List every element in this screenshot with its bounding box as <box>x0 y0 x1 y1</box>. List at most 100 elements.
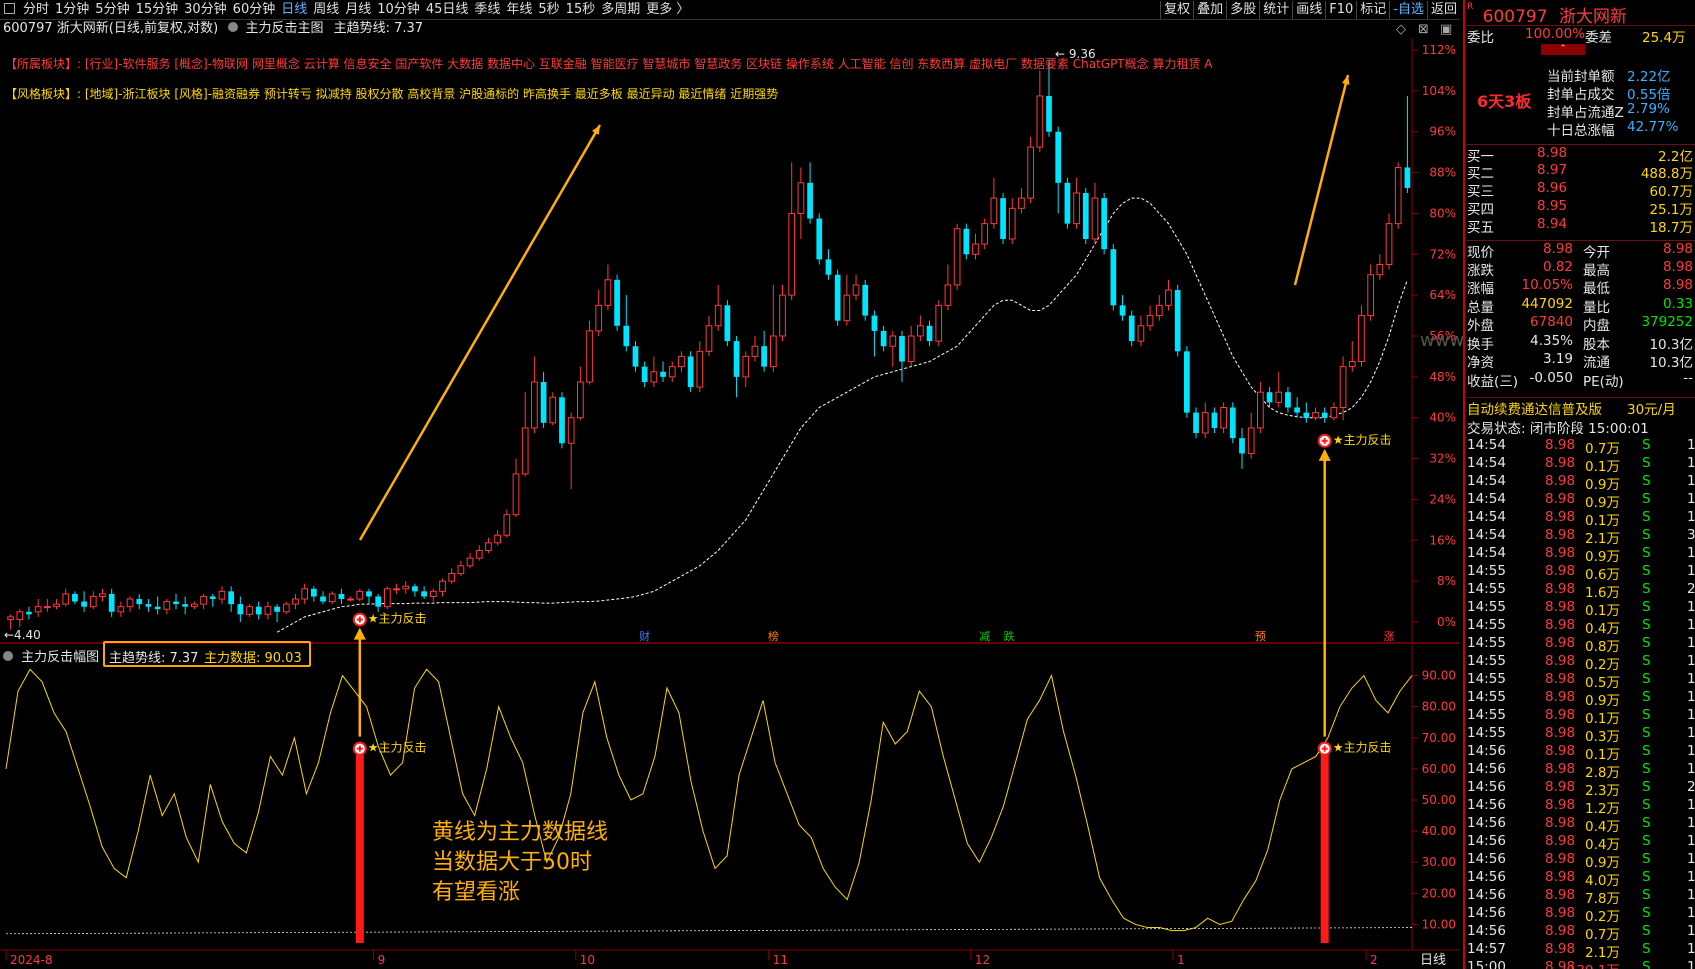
kline-chart[interactable]: 112%104%96%88%80%72%64%56%48%40%32%24%16… <box>0 0 1460 969</box>
candle <box>366 588 372 605</box>
tick-side: S <box>1642 797 1651 813</box>
tick-price: 8.98 <box>1545 473 1576 489</box>
candle <box>1266 387 1273 408</box>
candle <box>1312 407 1319 421</box>
price-tick-label: 48% <box>1429 370 1456 384</box>
candle <box>44 599 51 612</box>
candle-body <box>935 304 943 342</box>
bid-row: 买三 8.96 60.7万 <box>1467 180 1695 200</box>
sub-indicator-name[interactable]: 主力反击幅图 <box>21 650 99 665</box>
price-tick-label: 64% <box>1429 288 1456 302</box>
window-close-icon[interactable]: ⊠ <box>1418 21 1429 38</box>
quote-value: 10.3亿 <box>1649 355 1693 371</box>
seal-label: 十日总涨幅 <box>1547 123 1615 139</box>
tick-price: 8.98 <box>1545 635 1576 651</box>
tick-time: 14:55 <box>1467 671 1506 687</box>
promo-text[interactable]: 自动续费通达信普及版 <box>1467 402 1602 418</box>
sub-chart-header: 主力反击幅图 <box>3 646 99 665</box>
candle-body <box>907 335 915 363</box>
candle-body <box>1330 407 1338 419</box>
promo-row[interactable]: 自动续费通达信普及版 30元/月 <box>1467 397 1695 418</box>
tick-count: 1 <box>1687 455 1695 471</box>
trend-line-path <box>276 197 1408 633</box>
promo-price[interactable]: 30元/月 <box>1627 398 1676 418</box>
candle <box>687 351 694 393</box>
candle <box>1000 193 1006 245</box>
quote-value: 0.33 <box>1662 295 1693 312</box>
status-row: 交易状态: 闭市阶段 15:00:01 <box>1467 417 1695 437</box>
candle <box>724 300 731 347</box>
tick-count: 2 <box>1687 581 1695 597</box>
candle <box>540 371 547 428</box>
indicator-toggle-icon[interactable] <box>228 22 239 32</box>
candle <box>761 330 767 372</box>
indicator-name[interactable]: 主力反击主图 <box>245 21 323 36</box>
candle <box>89 591 97 610</box>
candle-body <box>1193 412 1199 434</box>
quote-value: 8.98 <box>1662 241 1693 257</box>
tick-time: 14:54 <box>1467 509 1506 525</box>
tick-volume: 139.1万 <box>1568 959 1620 969</box>
candle <box>292 593 299 610</box>
candle <box>926 320 933 347</box>
tick-row: 14:56 8.98 0.1万 S 1 <box>1467 743 1695 763</box>
sub-tick-label: 50.00 <box>1422 793 1456 807</box>
candle-body <box>714 304 722 327</box>
tick-price: 8.98 <box>1545 437 1576 453</box>
bid-price: 8.94 <box>1537 216 1568 232</box>
tick-volume: 0.3万 <box>1585 729 1620 745</box>
candle <box>475 545 483 561</box>
candle <box>1018 187 1025 214</box>
annotation-text: 黄线为主力数据线 当数据大于50时 有望看涨 <box>432 818 608 908</box>
bid-volume: 60.7万 <box>1649 184 1693 200</box>
candle-body <box>311 588 317 597</box>
chart-grid: 112%104%96%88%80%72%64%56%48%40%32%24%16… <box>0 38 1460 968</box>
period-label: 日线 <box>1420 953 1446 968</box>
bid-price: 8.97 <box>1537 162 1568 178</box>
tick-time: 14:57 <box>1467 941 1506 957</box>
candle <box>282 601 290 615</box>
tick-row: 14:55 8.98 0.5万 S 1 <box>1467 671 1695 691</box>
candle <box>136 593 143 610</box>
candle <box>705 315 713 357</box>
candle <box>1257 381 1264 434</box>
window-restore-icon[interactable]: ◇ <box>1396 21 1406 38</box>
candle-body <box>1294 407 1300 413</box>
candle-body <box>540 381 547 423</box>
candle <box>1055 126 1062 214</box>
trend-line-label: 主趋势线: 7.37 <box>333 21 424 36</box>
quote-value: 447092 <box>1521 295 1573 312</box>
candle-body <box>797 182 805 214</box>
candle-body <box>7 616 14 620</box>
tick-time: 14:54 <box>1467 437 1506 453</box>
candle-body <box>990 197 998 225</box>
expand-icon[interactable]: ⌃ <box>1541 44 1585 55</box>
candle-body <box>880 330 887 347</box>
seal-value: 2.79% <box>1627 101 1670 117</box>
tick-time: 14:56 <box>1467 923 1506 939</box>
tick-price: 8.98 <box>1545 815 1576 831</box>
window-max-icon[interactable]: ▣ <box>1440 21 1452 38</box>
tick-count: 1 <box>1687 599 1695 615</box>
tick-time: 14:56 <box>1467 815 1506 831</box>
candle <box>907 325 915 367</box>
candle <box>990 177 998 229</box>
sub-tick-label: 30.00 <box>1422 855 1456 869</box>
candle <box>1220 402 1227 434</box>
tick-row: 14:56 8.98 0.2万 S 1 <box>1467 905 1695 925</box>
tick-volume: 2.1万 <box>1585 531 1620 547</box>
tick-price: 8.98 <box>1545 455 1576 471</box>
candle <box>963 223 970 260</box>
tick-count: 1 <box>1687 887 1695 903</box>
tick-volume: 7.8万 <box>1585 891 1620 907</box>
wc-label: 委差 <box>1585 30 1612 46</box>
quote-label: 量比 <box>1583 299 1610 316</box>
candle-body <box>705 325 713 352</box>
tick-volume: 0.1万 <box>1585 459 1620 475</box>
tick-count: 1 <box>1687 905 1695 921</box>
tick-time: 14:55 <box>1467 707 1506 723</box>
candle-body <box>1000 198 1006 239</box>
sub-indicator-toggle-icon[interactable] <box>3 651 13 661</box>
candle <box>1303 402 1310 423</box>
candle-body <box>421 591 427 597</box>
